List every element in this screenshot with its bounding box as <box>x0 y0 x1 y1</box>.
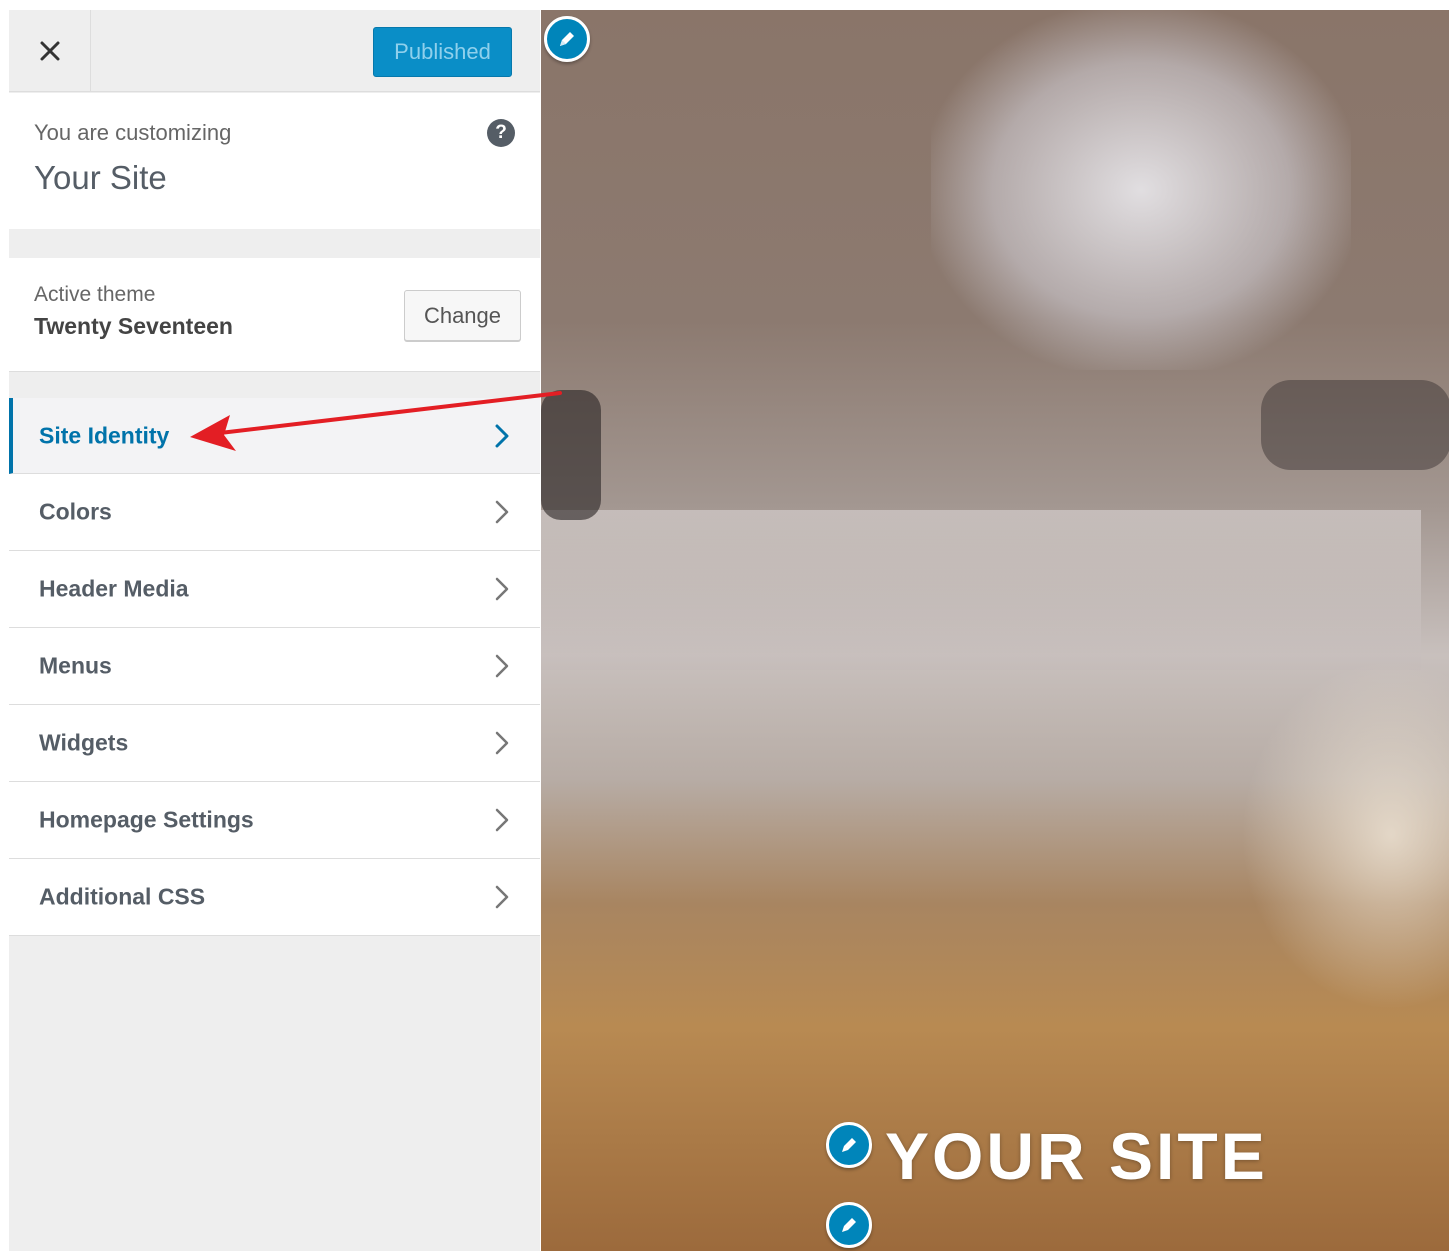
background-counter <box>541 510 1421 670</box>
customizer-header: Published <box>9 10 540 92</box>
edit-header-media-shortcut[interactable] <box>544 16 590 62</box>
annotation-arrow-icon <box>190 391 562 451</box>
section-widgets[interactable]: Widgets <box>9 705 540 782</box>
section-label: Colors <box>39 498 112 525</box>
chevron-right-icon <box>495 577 509 601</box>
edit-tagline-shortcut[interactable] <box>826 1202 872 1248</box>
pencil-icon <box>560 32 574 46</box>
customizer-sidebar: Published You are customizing Your Site … <box>9 10 540 1251</box>
section-label: Homepage Settings <box>39 806 254 833</box>
section-colors[interactable]: Colors <box>9 474 540 551</box>
site-preview[interactable]: YOUR SITE <box>541 10 1449 1251</box>
active-theme-panel: Active theme Twenty Seventeen Change <box>9 258 540 372</box>
chevron-right-icon <box>495 808 509 832</box>
section-header-media[interactable]: Header Media <box>9 551 540 628</box>
section-menus[interactable]: Menus <box>9 628 540 705</box>
customizer-sections: Site Identity Colors Header Media Menus … <box>9 398 540 936</box>
help-icon[interactable]: ? <box>487 119 515 147</box>
chevron-right-icon <box>495 731 509 755</box>
section-additional-css[interactable]: Additional CSS <box>9 859 540 936</box>
customizing-label: You are customizing <box>34 120 232 145</box>
pencil-icon <box>842 1218 856 1232</box>
section-label: Menus <box>39 652 112 679</box>
section-label: Header Media <box>39 575 189 602</box>
active-theme-name: Twenty Seventeen <box>34 313 233 339</box>
published-button[interactable]: Published <box>373 27 512 77</box>
close-icon <box>40 41 59 61</box>
change-theme-button[interactable]: Change <box>404 290 521 341</box>
customizing-info: You are customizing Your Site ? <box>9 93 540 229</box>
preview-site-title[interactable]: YOUR SITE <box>885 1118 1268 1194</box>
section-label: Widgets <box>39 729 129 756</box>
chevron-right-icon <box>495 500 509 524</box>
site-title: Your Site <box>34 159 167 196</box>
section-label: Site Identity <box>39 422 170 448</box>
edit-site-title-shortcut[interactable] <box>826 1122 872 1168</box>
section-homepage-settings[interactable]: Homepage Settings <box>9 782 540 859</box>
chevron-right-icon <box>495 654 509 678</box>
section-label: Additional CSS <box>39 883 206 910</box>
background-light <box>1241 660 1449 1010</box>
background-window <box>931 10 1351 370</box>
pencil-icon <box>842 1138 856 1152</box>
active-theme-label: Active theme <box>34 283 156 306</box>
chevron-right-icon <box>495 885 509 909</box>
close-button[interactable] <box>9 10 91 92</box>
background-object <box>1261 380 1449 470</box>
